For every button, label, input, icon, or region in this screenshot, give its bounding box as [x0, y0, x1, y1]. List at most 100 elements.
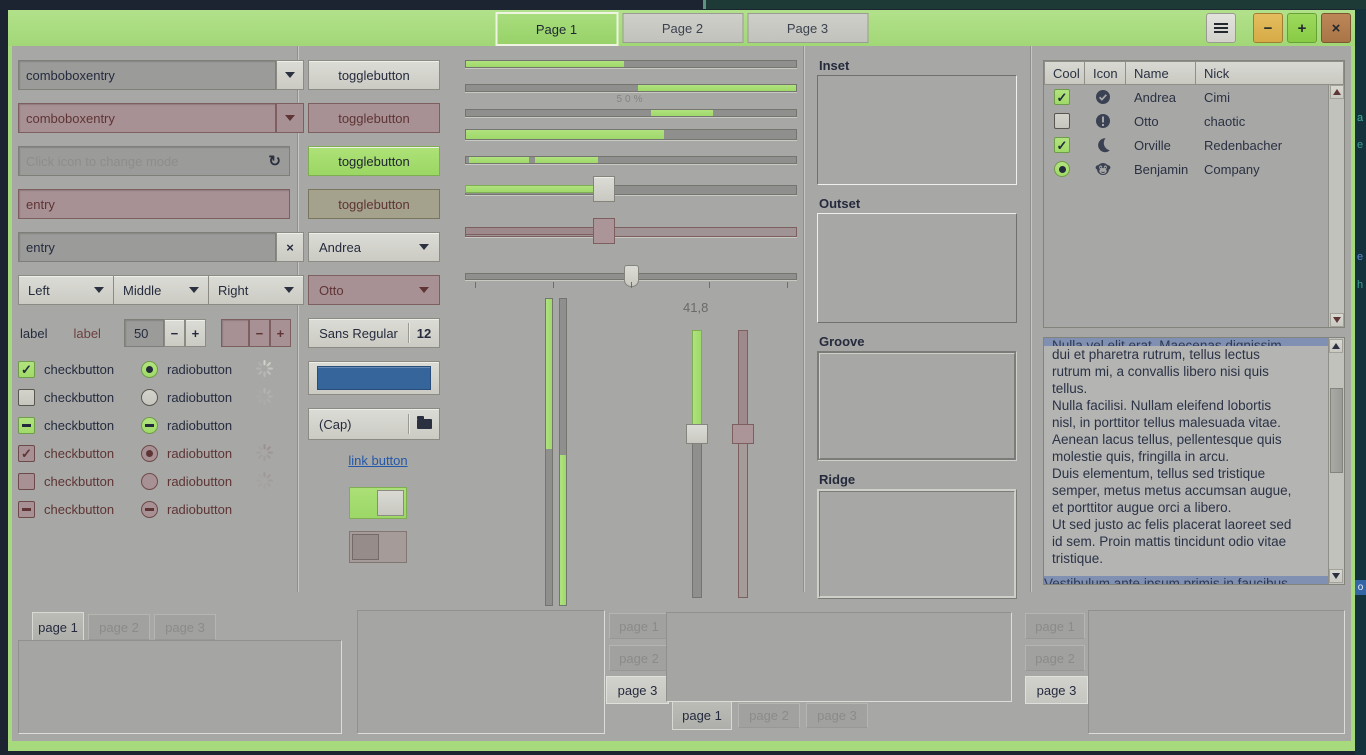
switch-on[interactable]	[349, 487, 407, 519]
notebook-tab-page2[interactable]: page 2	[1025, 645, 1085, 671]
checkbox-checked[interactable]: ✓	[1054, 89, 1070, 105]
refresh-icon[interactable]: ↻	[268, 152, 289, 170]
hamburger-icon	[1214, 21, 1228, 35]
textview-content[interactable]: Nulla vel elit erat. Maecenas dignissim,…	[1044, 338, 1328, 584]
tab-page2[interactable]: Page 2	[622, 13, 743, 43]
clear-entry-button[interactable]: ×	[276, 232, 304, 262]
tab-page3[interactable]: Page 3	[747, 13, 868, 43]
textview-scrollbar[interactable]	[1328, 338, 1344, 584]
icon-mode-entry-input[interactable]	[19, 154, 268, 169]
comboboxentry-text[interactable]	[19, 68, 275, 83]
header-tab-strip: Page 1 Page 2 Page 3	[493, 13, 870, 46]
togglebutton-label: togglebutton	[338, 154, 410, 169]
linked-dropdowns: Left Middle Right	[18, 275, 304, 305]
spinbutton-input[interactable]	[125, 326, 163, 341]
menu-button[interactable]	[1206, 13, 1236, 43]
scale-knob[interactable]	[686, 424, 708, 444]
checkbox-unchecked[interactable]	[18, 389, 35, 406]
notebook-tab-page2[interactable]: page 2	[88, 614, 150, 640]
column-frames: Inset Outset Groove Ridge	[817, 46, 1029, 610]
notebook-tab-page1-active[interactable]: page 1	[672, 702, 732, 730]
notebook-tab-page1-active[interactable]: page 1	[32, 612, 84, 641]
radio-selected[interactable]	[141, 361, 158, 378]
scale-horizontal[interactable]	[465, 174, 797, 204]
text-line: Nulla facilisi. Nullam eleifend lobortis	[1052, 397, 1320, 414]
radio-selected[interactable]	[1054, 161, 1070, 177]
tree-column-nick[interactable]: Nick	[1196, 61, 1344, 85]
spin-plus-button[interactable]: +	[185, 319, 206, 347]
tree-column-name[interactable]: Name	[1126, 61, 1196, 85]
entry-input[interactable]	[19, 240, 275, 255]
textview[interactable]: Nulla vel elit erat. Maecenas dignissim,…	[1043, 337, 1345, 585]
tree-scrollbar[interactable]	[1328, 85, 1344, 327]
tree-row[interactable]: ✓ Orville Redenbacher	[1044, 133, 1344, 157]
plus-icon: +	[1298, 20, 1307, 37]
checkbutton-label: checkbutton	[44, 474, 114, 489]
file-chooser-button[interactable]: (Cap)	[308, 408, 440, 440]
togglebutton-normal[interactable]: togglebutton	[308, 60, 440, 90]
checkbox-checked[interactable]: ✓	[1054, 137, 1070, 153]
tree-cell-nick: Company	[1204, 162, 1260, 177]
spin-minus-button-disabled: −	[249, 319, 270, 347]
scale-trough[interactable]	[692, 432, 702, 598]
radio-indeterminate[interactable]	[141, 417, 158, 434]
plus-icon: +	[192, 326, 200, 341]
notebook-tab-page3[interactable]: page 3	[806, 703, 868, 728]
tree-row[interactable]: ✓ Andrea Cimi	[1044, 85, 1344, 109]
tree-row[interactable]: Benjamin Company	[1044, 157, 1344, 181]
checkbox-checked[interactable]: ✓	[18, 361, 35, 378]
tab-label: page 3	[817, 708, 857, 723]
notebook-tab-page1[interactable]: page 1	[1025, 613, 1085, 639]
scale-knob[interactable]	[593, 176, 615, 202]
color-button[interactable]	[308, 361, 440, 395]
spinbutton-value[interactable]	[124, 319, 164, 347]
dropdown-left[interactable]: Left	[18, 275, 114, 305]
notebook-tab-page2[interactable]: page 2	[609, 645, 669, 671]
spinbutton-disabled-value	[221, 319, 249, 347]
minus-icon: −	[1264, 20, 1273, 37]
combobox-andrea[interactable]: Andrea	[308, 232, 440, 262]
radio-unselected[interactable]	[141, 389, 158, 406]
maximize-button[interactable]: +	[1287, 13, 1317, 43]
tree-column-cool[interactable]: Cool	[1044, 61, 1085, 85]
checkbox-unchecked[interactable]	[1054, 113, 1070, 129]
scroll-down-button[interactable]	[1330, 313, 1344, 327]
scale-vertical[interactable]	[692, 330, 702, 598]
notebook-tab-page1[interactable]: page 1	[609, 613, 669, 639]
tab-page1[interactable]: Page 1	[495, 12, 618, 46]
comboboxentry-input[interactable]	[18, 60, 276, 90]
scroll-up-button[interactable]	[1330, 85, 1344, 99]
icon-mode-entry[interactable]: ↻	[18, 146, 290, 176]
check-icon: ✓	[21, 363, 32, 376]
notebook-tab-page2[interactable]: page 2	[738, 703, 800, 728]
dropdown-right[interactable]: Right	[209, 275, 304, 305]
scroll-down-button[interactable]	[1329, 569, 1343, 583]
entry-field[interactable]	[18, 232, 276, 262]
notebook-tab-page3-active[interactable]: page 3	[606, 676, 669, 704]
radio-dot-icon	[146, 450, 153, 457]
scroll-up-button[interactable]	[1329, 339, 1343, 353]
notebook-tab-page3[interactable]: page 3	[154, 614, 216, 640]
chevron-down-icon	[189, 287, 199, 293]
togglebutton-active[interactable]: togglebutton	[308, 146, 440, 176]
checkbox-indeterminate[interactable]	[18, 417, 35, 434]
font-button[interactable]: Sans Regular 12	[308, 318, 440, 348]
close-button[interactable]: ×	[1321, 13, 1351, 43]
tree-row[interactable]: Otto chaotic	[1044, 109, 1344, 133]
scrollbar-thumb[interactable]	[1330, 388, 1343, 473]
comboboxentry-dropdown-button[interactable]	[276, 60, 304, 90]
switch-row	[308, 487, 448, 519]
scale-knob	[732, 424, 754, 444]
checkbox-indeterminate-disabled	[18, 501, 35, 518]
combobox-disabled: Otto	[308, 275, 440, 305]
minimize-button[interactable]: −	[1253, 13, 1283, 43]
notebook-tab-page3-active[interactable]: page 3	[1025, 676, 1088, 704]
link-button[interactable]: link button	[348, 453, 407, 473]
tree-column-icon[interactable]: Icon	[1085, 61, 1126, 85]
arrow-up-icon	[1333, 89, 1341, 95]
switch-knob[interactable]	[377, 490, 404, 516]
separator	[1030, 46, 1032, 592]
dropdown-middle[interactable]: Middle	[114, 275, 209, 305]
spin-minus-button[interactable]: −	[164, 319, 185, 347]
label: label	[20, 326, 47, 341]
